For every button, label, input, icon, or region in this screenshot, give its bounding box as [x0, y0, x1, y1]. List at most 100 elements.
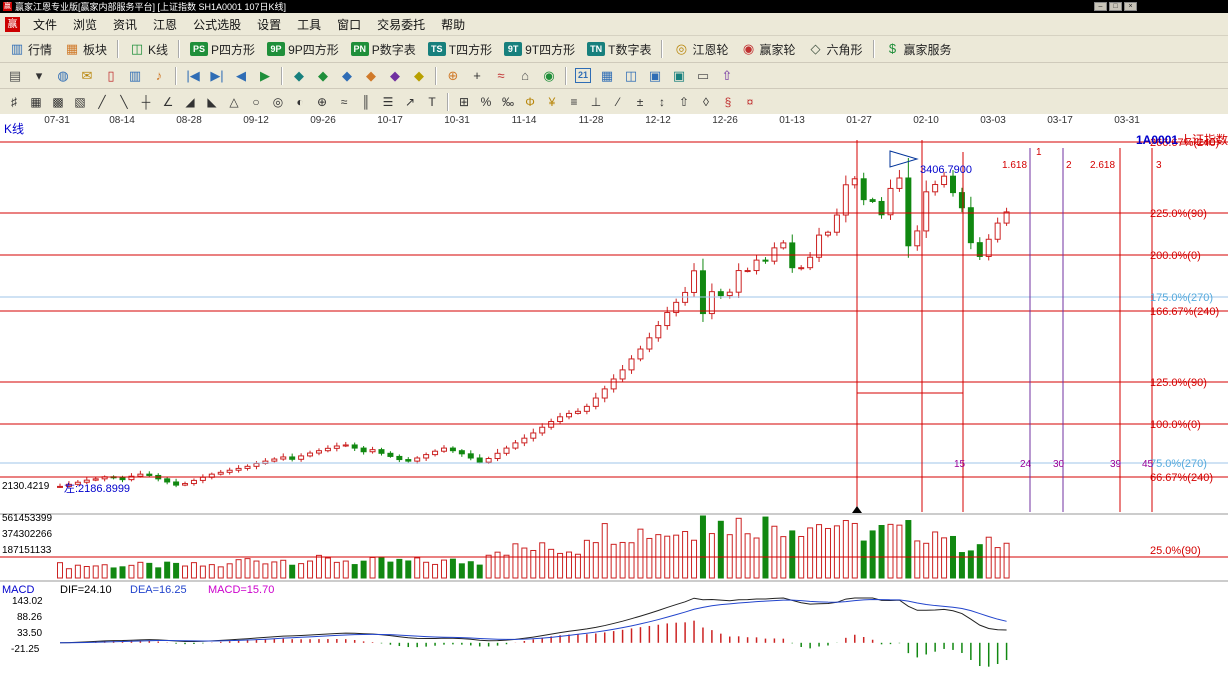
price-measure-tool[interactable]: ¥: [541, 91, 563, 113]
dropdown-caret-button[interactable]: ▾: [27, 65, 51, 87]
perpendicular-tool[interactable]: ⊥: [585, 91, 607, 113]
gann-fan-down-tool[interactable]: ◢: [179, 91, 201, 113]
candle-body: [906, 178, 911, 246]
web-info-button[interactable]: ◍: [51, 65, 75, 87]
circle-tool[interactable]: ○: [245, 91, 267, 113]
menu-item-4[interactable]: 公式选股: [185, 13, 249, 36]
minimize-button[interactable]: –: [1094, 2, 1107, 11]
winner-service-button[interactable]: $赢家服务: [879, 38, 958, 61]
9t-square-button[interactable]: 9T9T四方形: [498, 38, 581, 61]
report-view-button[interactable]: ▥: [123, 65, 147, 87]
winner-wheel-button[interactable]: ◉赢家轮: [734, 38, 801, 61]
p-square-button[interactable]: PSP四方形: [184, 38, 261, 61]
price-grid-tool[interactable]: ▩: [47, 91, 69, 113]
nav-next-button[interactable]: ▶: [253, 65, 277, 87]
horizontal-lines-tool[interactable]: ☰: [377, 91, 399, 113]
macd-header-value: DEA=16.25: [130, 584, 187, 596]
range-tool[interactable]: ↕: [651, 91, 673, 113]
kline-button[interactable]: ◫K线: [123, 38, 174, 61]
menu-item-5[interactable]: 设置: [249, 13, 289, 36]
menu-item-7[interactable]: 窗口: [329, 13, 369, 36]
section-tool[interactable]: §: [717, 91, 739, 113]
menu-item-0[interactable]: 文件: [25, 13, 65, 36]
winner-service-button-icon: $: [885, 41, 901, 57]
regression-tool[interactable]: ⁄: [607, 91, 629, 113]
volume-bar: [763, 517, 768, 578]
menu-item-2[interactable]: 资讯: [105, 13, 145, 36]
menu-item-9[interactable]: 帮助: [433, 13, 473, 36]
gann-square-blue-button[interactable]: ◆: [335, 65, 359, 87]
mail-button[interactable]: ✉: [75, 65, 99, 87]
save-button[interactable]: ▣: [643, 65, 667, 87]
triangle-tool[interactable]: △: [223, 91, 245, 113]
nav-last-button[interactable]: ▶|: [205, 65, 229, 87]
gann-grid-tool[interactable]: ♯: [3, 91, 25, 113]
golden-section-tool[interactable]: Φ: [519, 91, 541, 113]
shade-grid-tool[interactable]: ▧: [69, 91, 91, 113]
shift-tool[interactable]: ⇧: [673, 91, 695, 113]
export-button[interactable]: ⇧: [715, 65, 739, 87]
t-square-button[interactable]: TST四方形: [422, 38, 498, 61]
nav-prev-button[interactable]: ◀: [229, 65, 253, 87]
arc-tool[interactable]: ◐: [289, 91, 311, 113]
currency-tool[interactable]: ¤: [739, 91, 761, 113]
gann-square-purple-button[interactable]: ◆: [383, 65, 407, 87]
plus-minus-tool[interactable]: ±: [629, 91, 651, 113]
p-number-table-button[interactable]: PNP数字表: [345, 38, 422, 61]
menu-item-6[interactable]: 工具: [289, 13, 329, 36]
coin-button[interactable]: ◉: [537, 65, 561, 87]
quotes-button[interactable]: ▥行情: [3, 38, 58, 61]
arrow-tool[interactable]: ↗: [399, 91, 421, 113]
gann-square-green-button[interactable]: ◆: [311, 65, 335, 87]
sound-button[interactable]: ♪: [147, 65, 171, 87]
volume-bar: [727, 535, 732, 578]
up-trendline-tool[interactable]: ╱: [91, 91, 113, 113]
wave-tool-button[interactable]: ≈: [489, 65, 513, 87]
hexagon-button[interactable]: ◇六角形: [802, 38, 869, 61]
candle-body: [191, 480, 196, 483]
print-button[interactable]: ▭: [691, 65, 715, 87]
panel-layout-button[interactable]: ◫: [619, 65, 643, 87]
toolbar-separator: [661, 40, 663, 58]
down-trendline-tool[interactable]: ╲: [113, 91, 135, 113]
menu-item-3[interactable]: 江恩: [145, 13, 185, 36]
kline-view-button[interactable]: ▯: [99, 65, 123, 87]
balance-line-tool[interactable]: ≡: [563, 91, 585, 113]
portfolio-button[interactable]: ⌂: [513, 65, 537, 87]
sectors-button[interactable]: ▦板块: [58, 38, 113, 61]
t-number-table-button[interactable]: TNT数字表: [581, 38, 657, 61]
gann-square-yellow-button[interactable]: ◆: [407, 65, 431, 87]
chart-area[interactable]: 3406.7900左:2186.899907-3108-1408-2809-12…: [0, 114, 1228, 673]
gann-wheel-button[interactable]: ◎江恩轮: [667, 38, 734, 61]
new-page-button[interactable]: ▤: [3, 65, 27, 87]
cycle-ring-tool[interactable]: ◎: [267, 91, 289, 113]
grid-view-button[interactable]: ▦: [595, 65, 619, 87]
close-button[interactable]: ×: [1124, 2, 1137, 11]
permille-tool[interactable]: ‰: [497, 91, 519, 113]
stats-grid-tool[interactable]: ⊞: [453, 91, 475, 113]
menu-item-1[interactable]: 浏览: [65, 13, 105, 36]
nav-first-button[interactable]: |◀: [181, 65, 205, 87]
gann-fan-up-tool[interactable]: ◣: [201, 91, 223, 113]
calendar-21-button[interactable]: 21: [571, 65, 595, 87]
gann-box-tool[interactable]: ▦: [25, 91, 47, 113]
crosshair-button[interactable]: +: [465, 65, 489, 87]
maximize-button[interactable]: □: [1109, 2, 1122, 11]
gann-square-cyan-button[interactable]: ◆: [287, 65, 311, 87]
pan-hand-button[interactable]: ⊕: [441, 65, 465, 87]
vertical-lines-tool[interactable]: ║: [355, 91, 377, 113]
gann-square-orange-button[interactable]: ◆: [359, 65, 383, 87]
angle-tool[interactable]: ∠: [157, 91, 179, 113]
volume-bar: [915, 541, 920, 578]
kline-chart-svg[interactable]: 3406.7900左:2186.899907-3108-1408-2809-12…: [0, 114, 1228, 673]
gann-wheel-tool[interactable]: ⊕: [311, 91, 333, 113]
cross-line-tool[interactable]: ┼: [135, 91, 157, 113]
text-tool[interactable]: T: [421, 91, 443, 113]
save-as-button[interactable]: ▣: [667, 65, 691, 87]
percent-retrace-tool[interactable]: %: [475, 91, 497, 113]
menu-item-8[interactable]: 交易委托: [369, 13, 433, 36]
9p-square-button[interactable]: 9P9P四方形: [261, 38, 345, 61]
wave-line-tool[interactable]: ≈: [333, 91, 355, 113]
candle-body: [477, 458, 482, 462]
diamond-tool[interactable]: ◊: [695, 91, 717, 113]
